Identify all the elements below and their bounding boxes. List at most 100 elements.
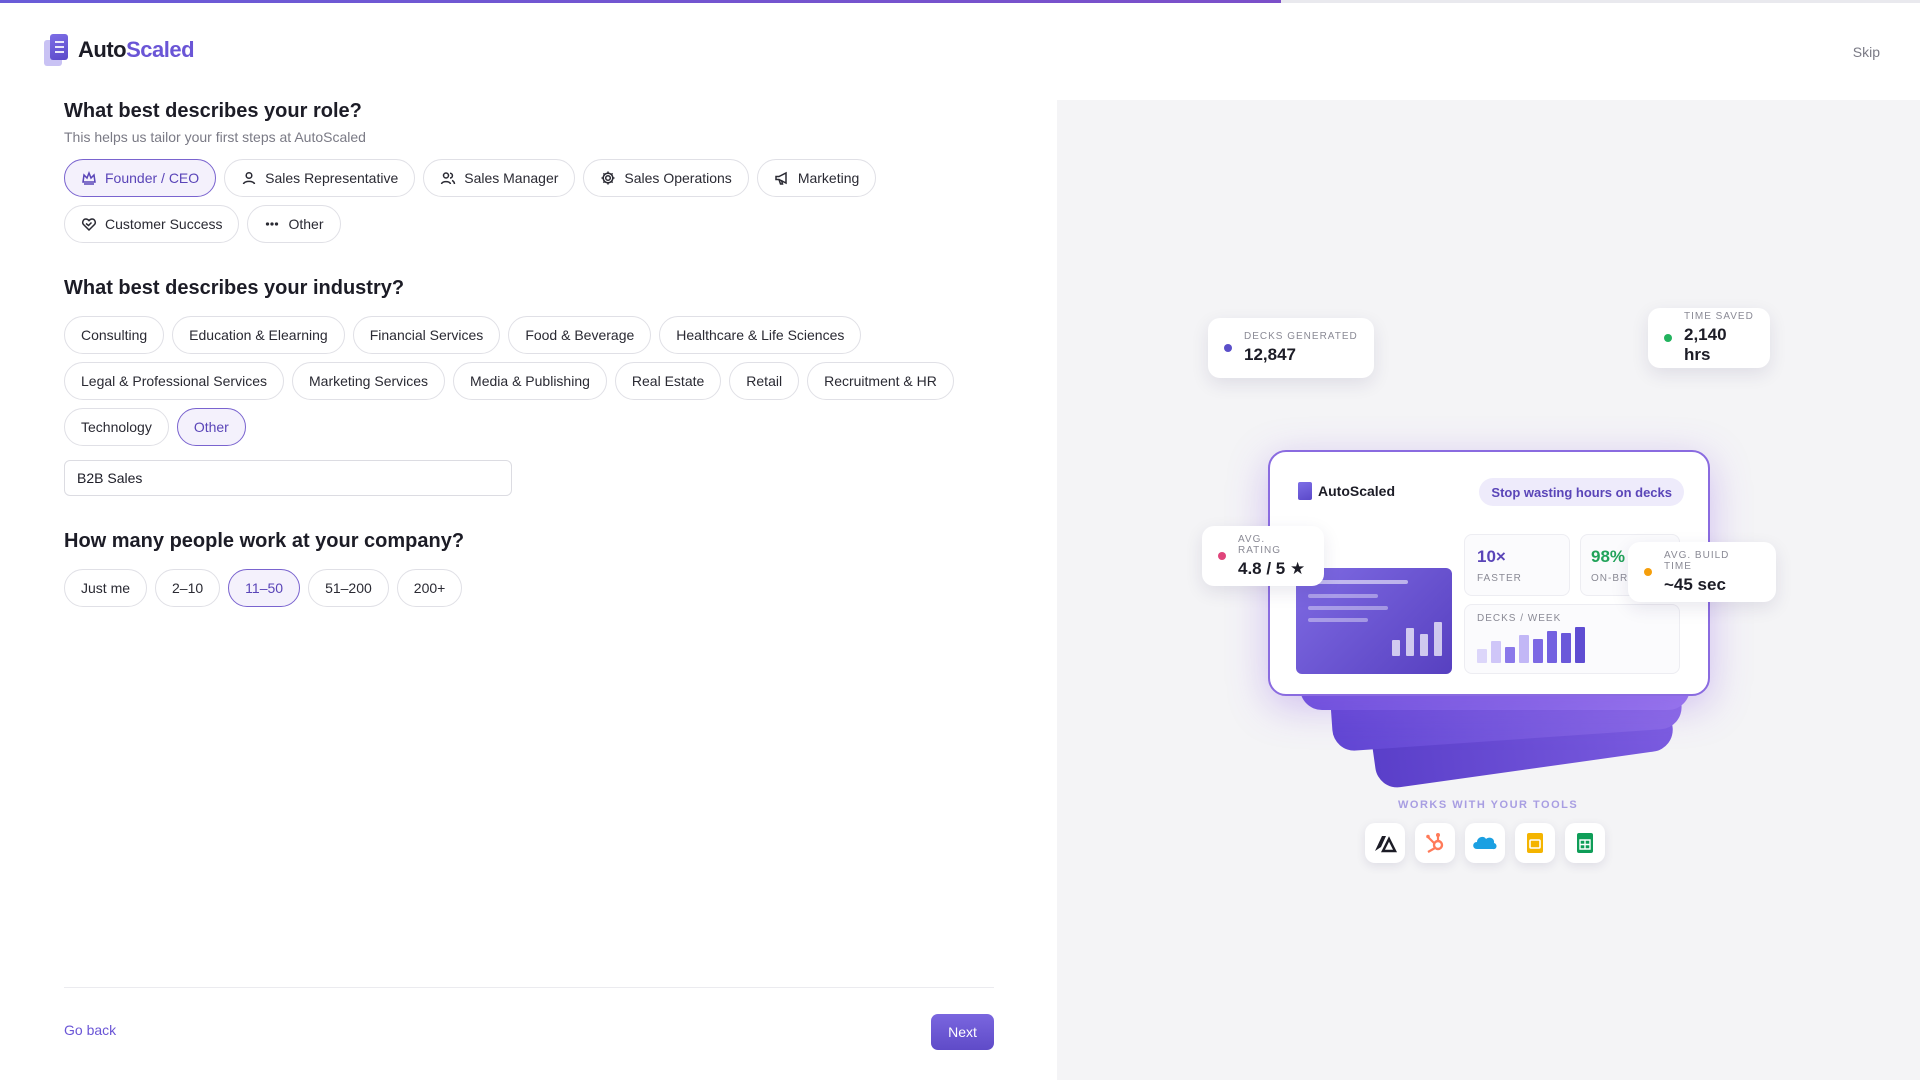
role-options: Founder / CEO Sales Representative Sales M… [64, 159, 994, 243]
card-tagline-pill: Stop wasting hours on decks [1479, 478, 1684, 506]
logo-text: AutoScaled [78, 37, 195, 62]
avg-rating-dot [1218, 552, 1226, 560]
users-icon [440, 172, 456, 185]
avg-build-time-value: ~45 sec [1664, 574, 1726, 594]
industry-option-label: Retail [746, 373, 783, 389]
speed-label: FASTER [1477, 573, 1522, 584]
industry-option-media-publishing[interactable]: Media & Publishing [453, 362, 607, 400]
industry-option-healthcare-life-sciences[interactable]: Healthcare & Life Sciences [659, 316, 862, 354]
decks-generated-value: 12,847 [1244, 345, 1296, 364]
logo-icon [44, 34, 70, 66]
speed-stat-box: 10× FASTER [1464, 534, 1570, 596]
industry-option-retail[interactable]: Retail [729, 362, 800, 400]
slide-thumbnail [1296, 568, 1452, 674]
industry-option-label: Other [193, 419, 229, 435]
progress-track [0, 0, 1920, 3]
onboarding-form: What best describes your role? This help… [64, 100, 994, 607]
role-option-marketing[interactable]: Marketing [756, 159, 877, 197]
company-size-option-label: 200+ [413, 580, 446, 596]
app-logo: AutoScaled [44, 34, 195, 66]
more-icon [266, 222, 279, 226]
role-option-label: Sales Manager [464, 170, 559, 186]
industry-option-real-estate[interactable]: Real Estate [614, 362, 722, 400]
speed-value: 10× [1477, 547, 1506, 566]
avg-build-time-stat: AVG. BUILD TIME ~45 sec [1628, 542, 1776, 602]
role-option-founder-ceo[interactable]: Founder / CEO [64, 159, 217, 197]
tools-label: WORKS WITH YOUR TOOLS [1398, 799, 1579, 811]
gear-icon [601, 171, 615, 185]
company-size-question-title: How many people work at your company? [64, 530, 465, 552]
role-option-label: Founder / CEO [105, 170, 200, 186]
role-question-title: What best describes your role? [64, 100, 362, 122]
salesforce-icon [1465, 823, 1505, 863]
role-option-label: Marketing [797, 170, 860, 186]
role-option-label: Sales Operations [624, 170, 732, 186]
skip-link[interactable]: Skip [1853, 44, 1880, 60]
progress-bar [0, 0, 1281, 3]
company-size-options: Just me 2–10 11–50 51–200 200+ [64, 569, 994, 607]
industry-option-label: Consulting [81, 327, 148, 343]
industry-option-food-beverage[interactable]: Food & Beverage [508, 316, 652, 354]
industry-option-label: Recruitment & HR [824, 373, 937, 389]
industry-option-technology[interactable]: Technology [64, 408, 169, 446]
role-option-sales-representative[interactable]: Sales Representative [224, 159, 416, 197]
industry-options: Consulting Education & Elearning Financial… [64, 316, 994, 446]
avg-rating-label: AVG. RATING [1238, 533, 1282, 556]
google-slides-icon [1515, 823, 1555, 863]
industry-option-consulting[interactable]: Consulting [64, 316, 165, 354]
industry-option-other[interactable]: Other [176, 408, 246, 446]
google-sheets-icon [1565, 823, 1605, 863]
decks-generated-label: DECKS GENERATED [1244, 331, 1358, 342]
company-size-option-51-200[interactable]: 51–200 [308, 569, 389, 607]
company-size-option-200[interactable]: 200+ [396, 569, 463, 607]
avg-build-time-dot [1644, 568, 1652, 576]
industry-option-label: Food & Beverage [525, 327, 635, 343]
card-logo-icon [1298, 482, 1312, 500]
company-size-option-label: Just me [81, 580, 131, 596]
time-saved-value: 2,140 hrs [1684, 325, 1727, 364]
industry-option-marketing-services[interactable]: Marketing Services [292, 362, 446, 400]
industry-option-label: Real Estate [631, 373, 705, 389]
company-size-option-label: 11–50 [245, 580, 284, 596]
industry-option-recruitment-hr[interactable]: Recruitment & HR [807, 362, 954, 400]
avg-rating-stat: AVG. RATING 4.8 / 5 ★ [1202, 526, 1324, 586]
decks-generated-dot [1224, 344, 1232, 352]
industry-option-label: Education & Elearning [189, 327, 328, 343]
company-size-option-11-50[interactable]: 11–50 [228, 569, 301, 607]
role-option-sales-manager[interactable]: Sales Manager [423, 159, 576, 197]
company-size-option-2-10[interactable]: 2–10 [155, 569, 221, 607]
footer-divider [64, 987, 994, 988]
next-button[interactable]: Next [931, 1014, 994, 1050]
industry-option-legal-professional-services[interactable]: Legal & Professional Services [64, 362, 284, 400]
time-saved-label: TIME SAVED [1684, 311, 1754, 322]
hubspot-icon [1415, 823, 1455, 863]
industry-option-label: Legal & Professional Services [81, 373, 267, 389]
decks-week-label: DECKS / WEEK [1477, 613, 1562, 624]
industry-other-input[interactable] [64, 460, 512, 496]
decks-week-box: DECKS / WEEK [1464, 604, 1680, 674]
crown-icon [82, 170, 96, 185]
go-back-link[interactable]: Go back [64, 1022, 116, 1038]
time-saved-dot [1664, 334, 1672, 342]
role-option-customer-success[interactable]: Customer Success [64, 205, 240, 243]
integrations-row [1365, 823, 1605, 863]
industry-option-label: Technology [81, 419, 152, 435]
heart-handshake-icon [82, 218, 96, 232]
card-logo: AutoScaled [1298, 482, 1395, 500]
industry-question-title: What best describes your industry? [64, 277, 405, 299]
user-icon [242, 171, 256, 185]
role-question-subtitle: This helps us tailor your first steps at… [64, 129, 366, 145]
role-option-sales-operations[interactable]: Sales Operations [583, 159, 749, 197]
autoscaled-icon [1365, 823, 1405, 863]
industry-option-label: Marketing Services [309, 373, 429, 389]
industry-option-label: Healthcare & Life Sciences [676, 327, 845, 343]
decks-generated-stat: DECKS GENERATED 12,847 [1208, 318, 1374, 378]
megaphone-icon [775, 171, 787, 185]
company-size-option-just-me[interactable]: Just me [64, 569, 148, 607]
industry-option-label: Financial Services [369, 327, 484, 343]
industry-option-education-elearning[interactable]: Education & Elearning [172, 316, 345, 354]
role-option-other[interactable]: Other [247, 205, 341, 243]
role-option-label: Other [288, 216, 324, 232]
industry-option-financial-services[interactable]: Financial Services [352, 316, 501, 354]
role-option-label: Customer Success [105, 216, 223, 232]
